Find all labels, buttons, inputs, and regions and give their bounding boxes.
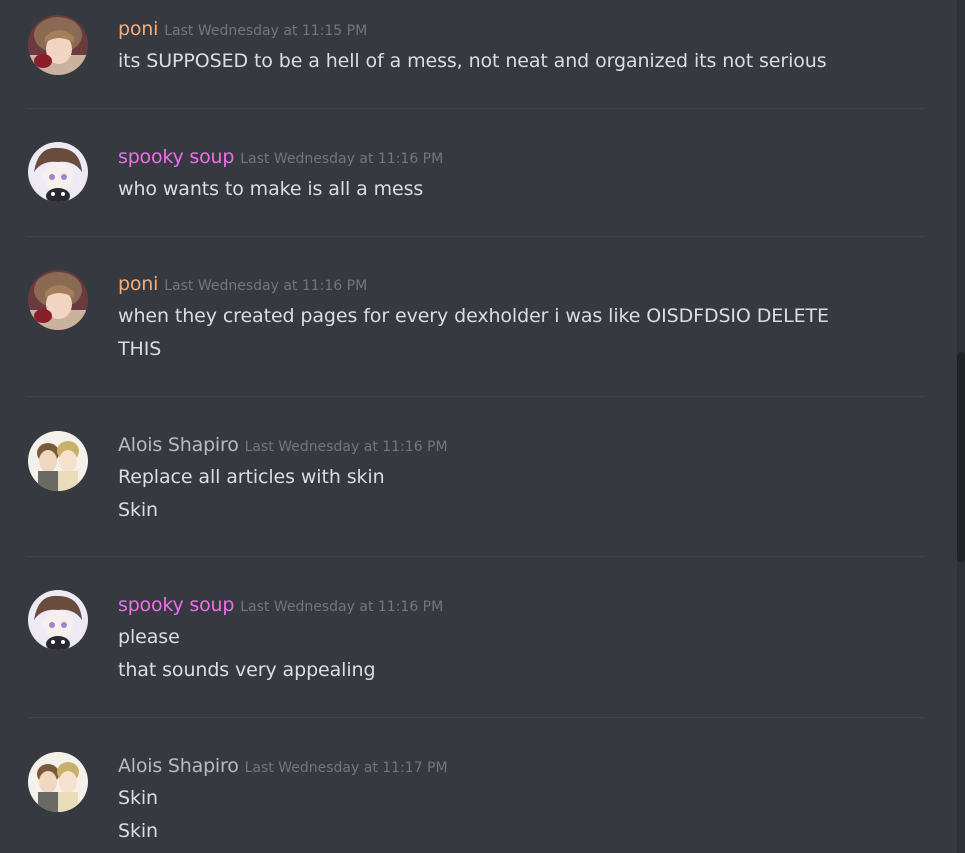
scrollbar-thumb[interactable] bbox=[957, 352, 965, 562]
message-header: poni Last Wednesday at 11:15 PM bbox=[118, 17, 367, 43]
message-header: poni Last Wednesday at 11:16 PM bbox=[118, 272, 367, 298]
message-text: Skin bbox=[118, 787, 158, 809]
message-text: Replace all articles with skin bbox=[118, 466, 385, 488]
message-header: spooky soup Last Wednesday at 11:16 PM bbox=[118, 593, 443, 619]
chat-messages: poni Last Wednesday at 11:15 PM its SUPPO… bbox=[0, 0, 965, 853]
message-text: its SUPPOSED to be a hell of a mess, not… bbox=[118, 50, 827, 72]
author-name[interactable]: poni bbox=[118, 273, 158, 295]
timestamp: Last Wednesday at 11:16 PM bbox=[240, 151, 444, 167]
poni-avatar-icon[interactable] bbox=[28, 270, 88, 330]
spooky-soup-avatar-icon[interactable] bbox=[28, 142, 88, 202]
message-text: Skin bbox=[118, 820, 158, 842]
timestamp: Last Wednesday at 11:15 PM bbox=[164, 23, 368, 39]
alois-avatar-icon[interactable] bbox=[28, 431, 88, 491]
author-name[interactable]: poni bbox=[118, 18, 158, 40]
author-name[interactable]: Alois Shapiro bbox=[118, 755, 239, 777]
author-name[interactable]: spooky soup bbox=[118, 146, 234, 168]
message-text: when they created pages for every dexhol… bbox=[118, 305, 829, 327]
spooky-soup-avatar-icon[interactable] bbox=[28, 590, 88, 650]
poni-avatar-icon[interactable] bbox=[28, 15, 88, 75]
message-header: Alois Shapiro Last Wednesday at 11:17 PM bbox=[118, 754, 448, 780]
message-header: spooky soup Last Wednesday at 11:16 PM bbox=[118, 145, 443, 171]
message-text: THIS bbox=[118, 338, 162, 360]
timestamp: Last Wednesday at 11:16 PM bbox=[240, 599, 444, 615]
timestamp: Last Wednesday at 11:16 PM bbox=[244, 439, 448, 455]
message-text: who wants to make is all a mess bbox=[118, 178, 424, 200]
message-text: please bbox=[118, 626, 180, 648]
message-header: Alois Shapiro Last Wednesday at 11:16 PM bbox=[118, 433, 448, 459]
message-divider bbox=[28, 396, 923, 397]
author-name[interactable]: spooky soup bbox=[118, 594, 234, 616]
timestamp: Last Wednesday at 11:17 PM bbox=[244, 760, 448, 776]
message-divider bbox=[28, 717, 923, 718]
alois-avatar-icon[interactable] bbox=[28, 752, 88, 812]
author-name[interactable]: Alois Shapiro bbox=[118, 434, 239, 456]
message-divider bbox=[28, 556, 923, 557]
message-divider bbox=[28, 236, 923, 237]
message-text: Skin bbox=[118, 499, 158, 521]
message-divider bbox=[28, 108, 923, 109]
timestamp: Last Wednesday at 11:16 PM bbox=[164, 278, 368, 294]
message-text: that sounds very appealing bbox=[118, 659, 376, 681]
